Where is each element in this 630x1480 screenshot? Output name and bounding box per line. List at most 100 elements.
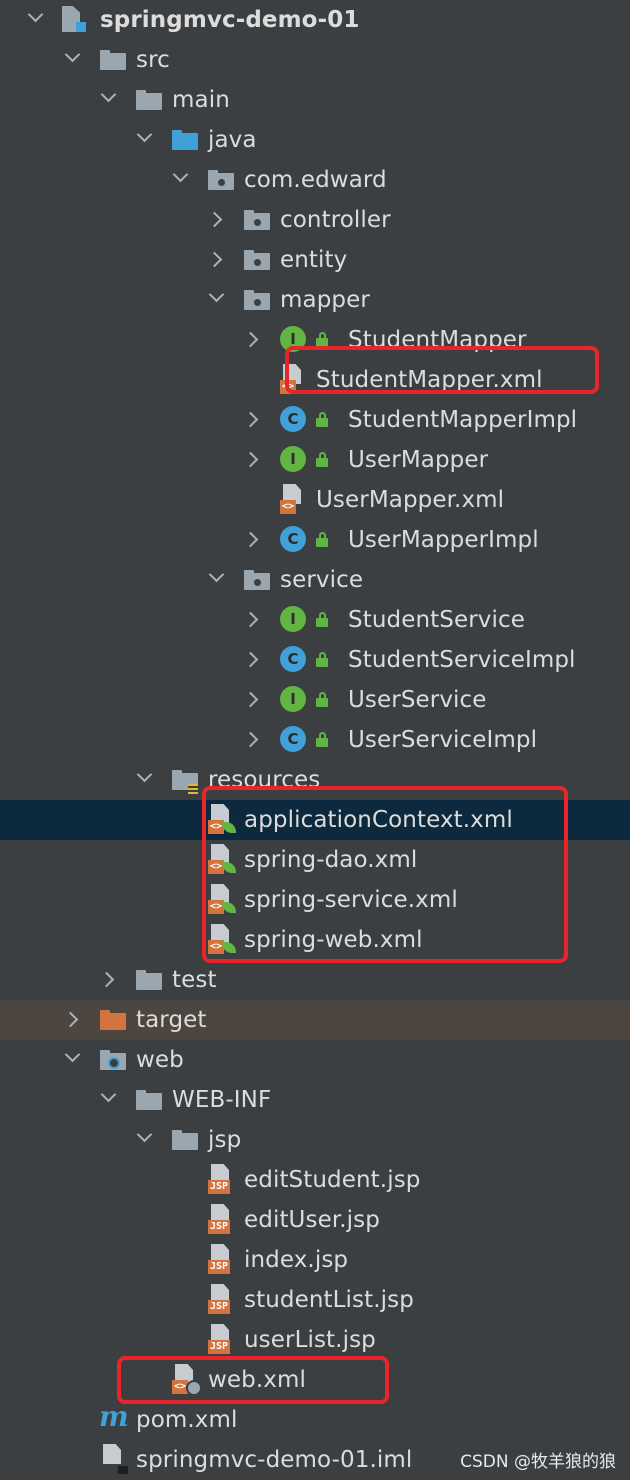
chevron-down-icon[interactable] bbox=[100, 1086, 117, 1103]
tree-item-student-mapper[interactable]: I StudentMapper bbox=[0, 320, 630, 360]
xml-file-icon: <> bbox=[280, 484, 306, 516]
tree-item-label: UserService bbox=[348, 687, 487, 713]
tree-item-spring-dao[interactable]: <> spring-dao.xml bbox=[0, 840, 630, 880]
tree-item-edit-user[interactable]: JSP editUser.jsp bbox=[0, 1200, 630, 1240]
tree-item-label: springmvc-demo-01 bbox=[100, 7, 360, 33]
tree-item-service[interactable]: service bbox=[0, 560, 630, 600]
web-folder-icon bbox=[100, 1050, 126, 1070]
chevron-down-icon[interactable] bbox=[64, 1046, 81, 1063]
chevron-right-icon[interactable] bbox=[242, 651, 259, 668]
tree-item-resources[interactable]: resources bbox=[0, 760, 630, 800]
tree-item-user-list[interactable]: JSP userList.jsp bbox=[0, 1320, 630, 1360]
tree-item-spring-service[interactable]: <> spring-service.xml bbox=[0, 880, 630, 920]
folder-icon bbox=[136, 1090, 162, 1110]
lock-icon bbox=[316, 652, 330, 668]
tree-item-pom[interactable]: m pom.xml bbox=[0, 1400, 630, 1440]
spring-xml-icon: <> bbox=[208, 844, 236, 876]
tree-item-student-service-impl[interactable]: C StudentServiceImpl bbox=[0, 640, 630, 680]
jsp-file-icon: JSP bbox=[208, 1164, 234, 1196]
tree-item-label: resources bbox=[208, 767, 321, 793]
chevron-right-icon[interactable] bbox=[242, 691, 259, 708]
tree-item-project[interactable]: springmvc-demo-01 bbox=[0, 0, 630, 40]
tree-item-student-mapper-impl[interactable]: C StudentMapperImpl bbox=[0, 400, 630, 440]
interface-icon: I bbox=[280, 606, 306, 632]
tree-item-user-mapper[interactable]: I UserMapper bbox=[0, 440, 630, 480]
chevron-right-icon[interactable] bbox=[242, 451, 259, 468]
tree-item-target[interactable]: target bbox=[0, 1000, 630, 1040]
project-tree[interactable]: springmvc-demo-01 src main java com.edwa… bbox=[0, 0, 630, 1480]
package-icon bbox=[244, 570, 270, 590]
tree-item-web-xml[interactable]: <> web.xml bbox=[0, 1360, 630, 1400]
tree-item-label: index.jsp bbox=[244, 1247, 349, 1273]
tree-item-test[interactable]: test bbox=[0, 960, 630, 1000]
tree-item-label: pom.xml bbox=[136, 1407, 238, 1433]
tree-item-index[interactable]: JSP index.jsp bbox=[0, 1240, 630, 1280]
chevron-right-icon[interactable] bbox=[242, 411, 259, 428]
tree-item-src[interactable]: src bbox=[0, 40, 630, 80]
chevron-down-icon[interactable] bbox=[27, 6, 44, 23]
chevron-down-icon[interactable] bbox=[64, 46, 81, 63]
tree-item-mapper[interactable]: mapper bbox=[0, 280, 630, 320]
chevron-down-icon[interactable] bbox=[100, 86, 117, 103]
lock-icon bbox=[316, 532, 330, 548]
class-icon: C bbox=[280, 526, 306, 552]
tree-item-label: entity bbox=[280, 247, 348, 273]
tree-item-student-service[interactable]: I StudentService bbox=[0, 600, 630, 640]
tree-item-spring-web[interactable]: <> spring-web.xml bbox=[0, 920, 630, 960]
tree-item-entity[interactable]: entity bbox=[0, 240, 630, 280]
lock-icon bbox=[316, 612, 330, 628]
tree-item-student-list[interactable]: JSP studentList.jsp bbox=[0, 1280, 630, 1320]
chevron-right-icon[interactable] bbox=[62, 1011, 79, 1028]
tree-item-label: userList.jsp bbox=[244, 1327, 376, 1353]
tree-item-label: StudentMapper bbox=[348, 327, 527, 353]
interface-icon: I bbox=[280, 446, 306, 472]
chevron-down-icon[interactable] bbox=[136, 1126, 153, 1143]
project-icon bbox=[62, 6, 86, 32]
tree-item-user-service-impl[interactable]: C UserServiceImpl bbox=[0, 720, 630, 760]
chevron-down-icon[interactable] bbox=[208, 286, 225, 303]
tree-item-label: spring-service.xml bbox=[244, 887, 458, 913]
tree-item-java[interactable]: java bbox=[0, 120, 630, 160]
chevron-down-icon[interactable] bbox=[208, 566, 225, 583]
tree-item-package[interactable]: com.edward bbox=[0, 160, 630, 200]
tree-item-application-context[interactable]: <> applicationContext.xml bbox=[0, 800, 630, 840]
lock-icon bbox=[316, 732, 330, 748]
spring-xml-icon: <> bbox=[208, 804, 236, 836]
class-icon: C bbox=[280, 406, 306, 432]
tree-item-label: spring-web.xml bbox=[244, 927, 423, 953]
tree-item-label: editUser.jsp bbox=[244, 1207, 380, 1233]
chevron-right-icon[interactable] bbox=[242, 611, 259, 628]
tree-item-controller[interactable]: controller bbox=[0, 200, 630, 240]
chevron-right-icon[interactable] bbox=[206, 211, 223, 228]
chevron-right-icon[interactable] bbox=[206, 251, 223, 268]
chevron-right-icon[interactable] bbox=[242, 531, 259, 548]
tree-item-user-mapper-impl[interactable]: C UserMapperImpl bbox=[0, 520, 630, 560]
chevron-right-icon[interactable] bbox=[242, 331, 259, 348]
tree-item-edit-student[interactable]: JSP editStudent.jsp bbox=[0, 1160, 630, 1200]
tree-item-jsp[interactable]: jsp bbox=[0, 1120, 630, 1160]
tree-item-main[interactable]: main bbox=[0, 80, 630, 120]
chevron-right-icon[interactable] bbox=[98, 971, 115, 988]
tree-item-user-mapper-xml[interactable]: <> UserMapper.xml bbox=[0, 480, 630, 520]
package-icon bbox=[244, 290, 270, 310]
tree-item-label: spring-dao.xml bbox=[244, 847, 418, 873]
tree-item-web[interactable]: web bbox=[0, 1040, 630, 1080]
tree-item-student-mapper-xml[interactable]: <> StudentMapper.xml bbox=[0, 360, 630, 400]
tree-item-label: web bbox=[136, 1047, 184, 1073]
tree-item-label: springmvc-demo-01.iml bbox=[136, 1447, 413, 1473]
tree-item-label: controller bbox=[280, 207, 391, 233]
chevron-down-icon[interactable] bbox=[136, 766, 153, 783]
maven-icon: m bbox=[99, 1400, 129, 1433]
tree-item-label: UserMapper bbox=[348, 447, 489, 473]
chevron-right-icon[interactable] bbox=[242, 731, 259, 748]
tree-item-label: service bbox=[280, 567, 364, 593]
tree-item-web-inf[interactable]: WEB-INF bbox=[0, 1080, 630, 1120]
tree-item-label: StudentMapperImpl bbox=[348, 407, 578, 433]
chevron-down-icon[interactable] bbox=[136, 126, 153, 143]
chevron-down-icon[interactable] bbox=[172, 166, 189, 183]
tree-item-user-service[interactable]: I UserService bbox=[0, 680, 630, 720]
folder-icon bbox=[136, 970, 162, 990]
tree-item-label: StudentMapper.xml bbox=[316, 367, 543, 393]
interface-icon: I bbox=[280, 686, 306, 712]
tree-item-label: mapper bbox=[280, 287, 370, 313]
